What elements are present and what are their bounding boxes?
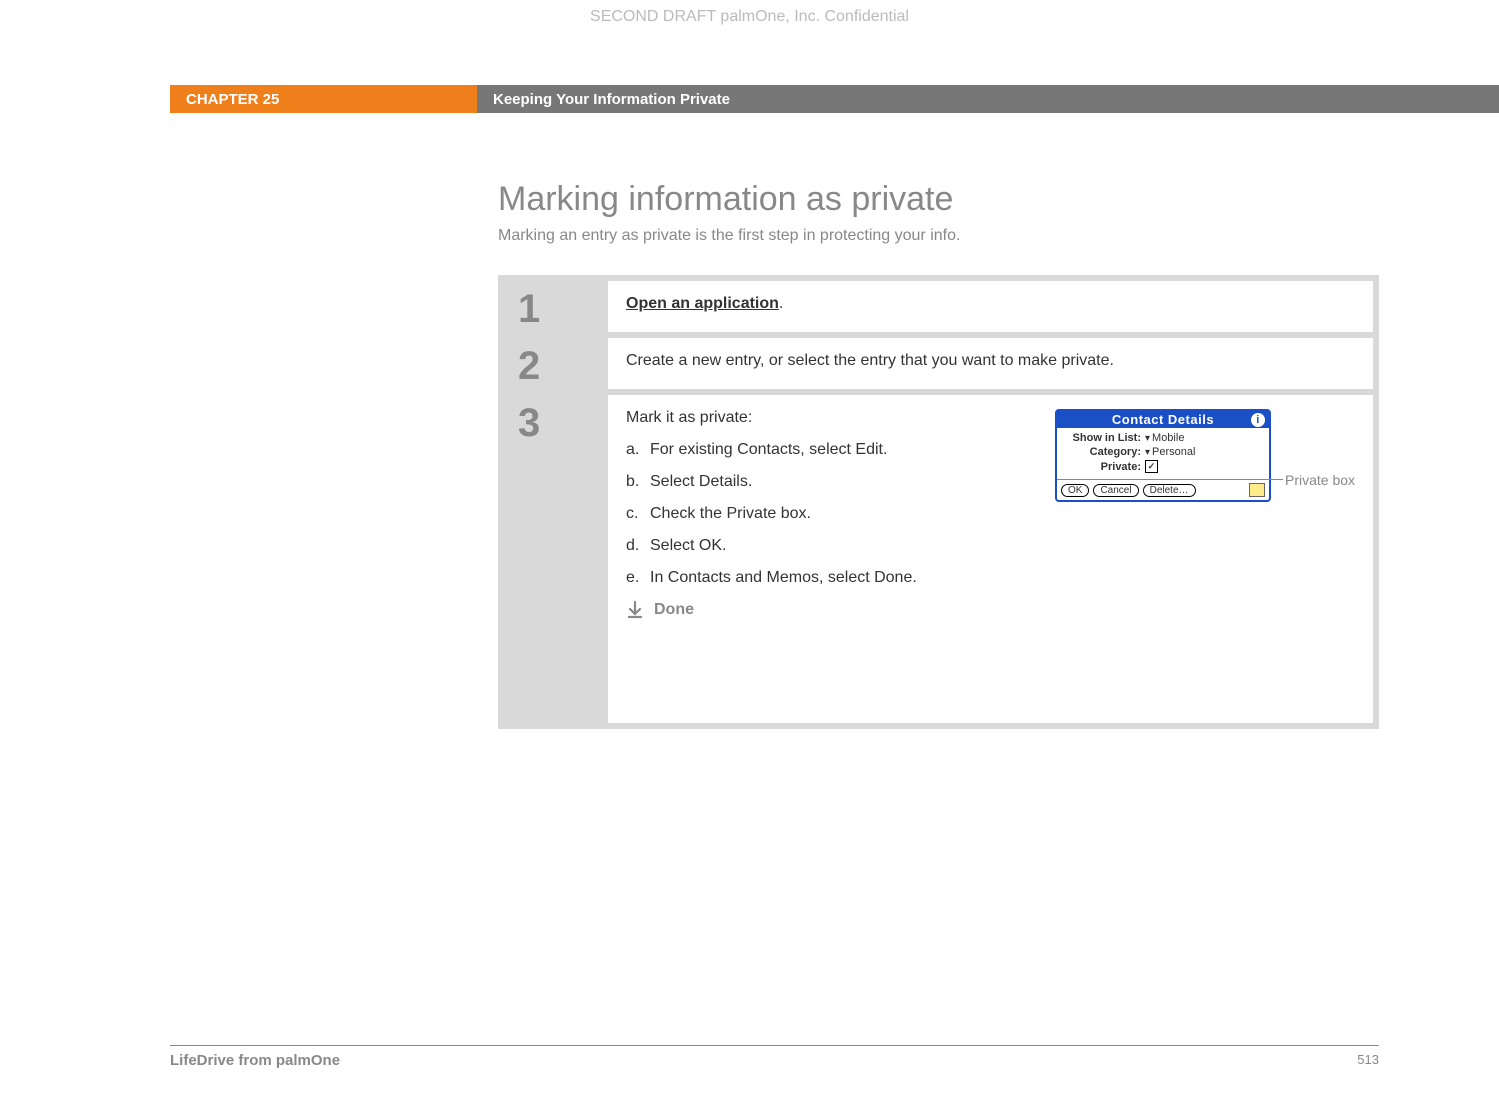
substep-label: a.	[626, 441, 650, 459]
private-checkbox[interactable]: ✓	[1145, 460, 1158, 473]
row-label: Show in List:	[1063, 432, 1145, 444]
dropdown-icon[interactable]: ▾	[1145, 447, 1150, 458]
info-icon[interactable]: i	[1251, 413, 1265, 427]
step-number: 3	[504, 395, 608, 723]
footer-page-number: 513	[1357, 1052, 1379, 1069]
steps-container: 1 Open an application. 2 Create a new en…	[498, 275, 1379, 729]
step-2: 2 Create a new entry, or select the entr…	[504, 338, 1373, 389]
callout-leader-line	[1185, 479, 1283, 480]
draft-watermark: SECOND DRAFT palmOne, Inc. Confidential	[0, 8, 1499, 26]
done-label: Done	[654, 601, 694, 619]
footer-product: LifeDrive from palmOne	[170, 1052, 340, 1069]
step-body: Create a new entry, or select the entry …	[608, 338, 1373, 389]
substep-e: e.In Contacts and Memos, select Done.	[626, 569, 926, 587]
chapter-title: Keeping Your Information Private	[477, 85, 1499, 113]
ok-button[interactable]: OK	[1061, 484, 1089, 497]
dialog-title-text: Contact Details	[1112, 412, 1214, 427]
page-title: Marking information as private	[498, 180, 1379, 219]
substep-text: Select OK.	[650, 537, 726, 555]
done-arrow-icon	[626, 601, 644, 619]
page-subtitle: Marking an entry as private is the first…	[498, 227, 1379, 245]
delete-button[interactable]: Delete…	[1143, 484, 1196, 497]
step-1-punct: .	[779, 295, 783, 312]
substep-text: In Contacts and Memos, select Done.	[650, 569, 917, 587]
chapter-header: CHAPTER 25 Keeping Your Information Priv…	[0, 85, 1499, 113]
chapter-number: CHAPTER 25	[170, 85, 477, 113]
step-body: Mark it as private: a.For existing Conta…	[608, 395, 1373, 723]
substep-text: Check the Private box.	[650, 505, 811, 523]
done-marker: Done	[626, 601, 1355, 619]
row-value: Personal	[1152, 446, 1195, 458]
note-icon[interactable]	[1249, 483, 1265, 497]
contact-details-dialog: Contact Details i Show in List: ▾Mobile …	[1055, 409, 1271, 502]
dropdown-icon[interactable]: ▾	[1145, 433, 1150, 444]
callout-label: Private box	[1285, 472, 1355, 488]
substep-label: b.	[626, 473, 650, 491]
page-footer: LifeDrive from palmOne 513	[170, 1045, 1379, 1069]
row-label: Category:	[1063, 446, 1145, 458]
substep-label: d.	[626, 537, 650, 555]
contact-details-callout: Contact Details i Show in List: ▾Mobile …	[1055, 409, 1355, 502]
step-1: 1 Open an application.	[504, 281, 1373, 332]
step-number: 1	[504, 281, 608, 332]
dialog-titlebar: Contact Details i	[1057, 411, 1269, 428]
header-spacer	[0, 85, 170, 113]
substep-b: b.Select Details.	[626, 473, 926, 491]
substep-c: c.Check the Private box.	[626, 505, 926, 523]
private-row: Private: ✓	[1063, 460, 1263, 473]
step-number: 2	[504, 338, 608, 389]
cancel-button[interactable]: Cancel	[1093, 484, 1138, 497]
category-row: Category: ▾Personal	[1063, 446, 1263, 458]
row-value: Mobile	[1152, 432, 1184, 444]
substep-label: e.	[626, 569, 650, 587]
substep-text: Select Details.	[650, 473, 752, 491]
show-in-list-row: Show in List: ▾Mobile	[1063, 432, 1263, 444]
step-3: 3 Mark it as private: a.For existing Con…	[504, 395, 1373, 723]
substep-d: d.Select OK.	[626, 537, 926, 555]
substep-label: c.	[626, 505, 650, 523]
substep-a: a.For existing Contacts, select Edit.	[626, 441, 926, 459]
row-label: Private:	[1063, 461, 1145, 473]
step-body: Open an application.	[608, 281, 1373, 332]
dialog-buttons: OK Cancel Delete…	[1057, 479, 1269, 500]
open-application-link[interactable]: Open an application	[626, 295, 779, 312]
substep-text: For existing Contacts, select Edit.	[650, 441, 887, 459]
